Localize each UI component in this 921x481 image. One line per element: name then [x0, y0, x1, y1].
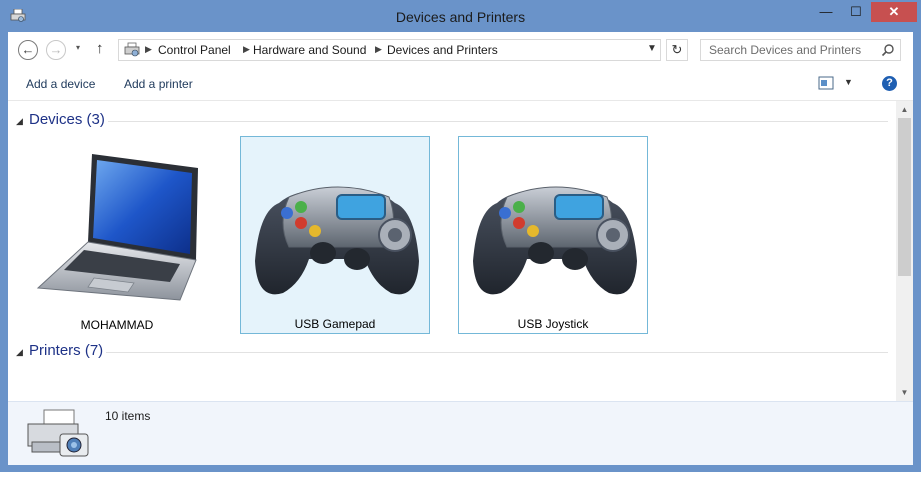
device-view: ◢ Devices (3) MOHAMMAD USB Gamepad USB J…	[8, 101, 896, 401]
device-label: MOHAMMAD	[80, 318, 154, 332]
vertical-scrollbar[interactable]: ▲ ▼	[896, 101, 913, 401]
collapse-triangle-icon[interactable]: ◢	[16, 347, 23, 358]
device-tile-mohammad[interactable]: MOHAMMAD	[22, 136, 212, 334]
minimize-button[interactable]: —	[811, 2, 841, 22]
scrollbar-thumb[interactable]	[898, 118, 911, 276]
refresh-button[interactable]: ↻	[666, 39, 688, 61]
item-count: 10 items	[105, 409, 151, 423]
breadcrumb-separator-icon[interactable]: ▶	[145, 44, 152, 55]
forward-button[interactable]: →	[46, 40, 66, 60]
recent-locations-icon[interactable]: ▾	[76, 43, 80, 52]
gamepad-icon	[255, 186, 419, 295]
address-bar[interactable]: ▶ Control Panel ▶ Hardware and Sound ▶ D…	[118, 39, 661, 61]
add-device-button[interactable]: Add a device	[26, 77, 95, 91]
add-printer-button[interactable]: Add a printer	[124, 77, 193, 91]
breadcrumb-separator-icon[interactable]: ▶	[375, 44, 382, 55]
navigation-bar: ← → ▾ ↑ ▶ Control Panel ▶ Hardware and S…	[8, 32, 913, 68]
close-button[interactable]: ✕	[871, 2, 917, 22]
devices-group-header[interactable]: ◢ Devices (3)	[8, 111, 888, 131]
view-options-icon[interactable]	[818, 76, 834, 90]
scroll-up-icon[interactable]: ▲	[896, 101, 913, 118]
printers-group-header[interactable]: ◢ Printers (7)	[8, 342, 888, 362]
help-icon[interactable]: ?	[882, 76, 897, 91]
device-tile-usb-gamepad[interactable]: USB Gamepad	[240, 136, 430, 334]
gamepad-icon	[473, 186, 637, 295]
title-bar[interactable]: Devices and Printers — ☐ ✕	[0, 0, 921, 32]
devices-group-title: Devices (3)	[29, 111, 105, 128]
device-tile-usb-joystick[interactable]: USB Joystick	[458, 136, 648, 334]
printers-group-title: Printers (7)	[29, 342, 104, 359]
command-bar: Add a device Add a printer ▼ ?	[8, 68, 913, 101]
search-input[interactable]: Search Devices and Printers	[700, 39, 901, 61]
device-label: USB Joystick	[517, 317, 589, 331]
window: Devices and Printers — ☐ ✕ ← → ▾ ↑ ▶ Con…	[0, 0, 921, 472]
scroll-down-icon[interactable]: ▼	[896, 384, 913, 401]
breadcrumb-devices-printers[interactable]: Devices and Printers	[387, 43, 498, 57]
back-button[interactable]: ←	[18, 40, 38, 60]
device-label: USB Gamepad	[294, 317, 376, 331]
devices-printers-icon	[124, 42, 140, 57]
up-button[interactable]: ↑	[96, 40, 104, 57]
group-divider	[106, 352, 888, 353]
breadcrumb-control-panel[interactable]: Control Panel	[158, 43, 231, 57]
maximize-button[interactable]: ☐	[841, 2, 871, 22]
group-divider	[108, 121, 888, 122]
window-title: Devices and Printers	[395, 9, 526, 25]
search-icon[interactable]	[881, 43, 895, 57]
view-dropdown-icon[interactable]: ▼	[844, 77, 853, 87]
breadcrumb-separator-icon[interactable]: ▶	[243, 44, 250, 55]
address-dropdown-icon[interactable]: ▼	[647, 43, 657, 54]
search-placeholder: Search Devices and Printers	[709, 43, 862, 57]
breadcrumb-hardware-sound[interactable]: Hardware and Sound	[253, 43, 366, 57]
collapse-triangle-icon[interactable]: ◢	[16, 116, 23, 127]
details-pane: 10 items	[8, 401, 913, 465]
printer-camera-icon	[27, 409, 89, 457]
explorer-pane: ← → ▾ ↑ ▶ Control Panel ▶ Hardware and S…	[8, 32, 913, 465]
laptop-icon	[36, 154, 198, 301]
